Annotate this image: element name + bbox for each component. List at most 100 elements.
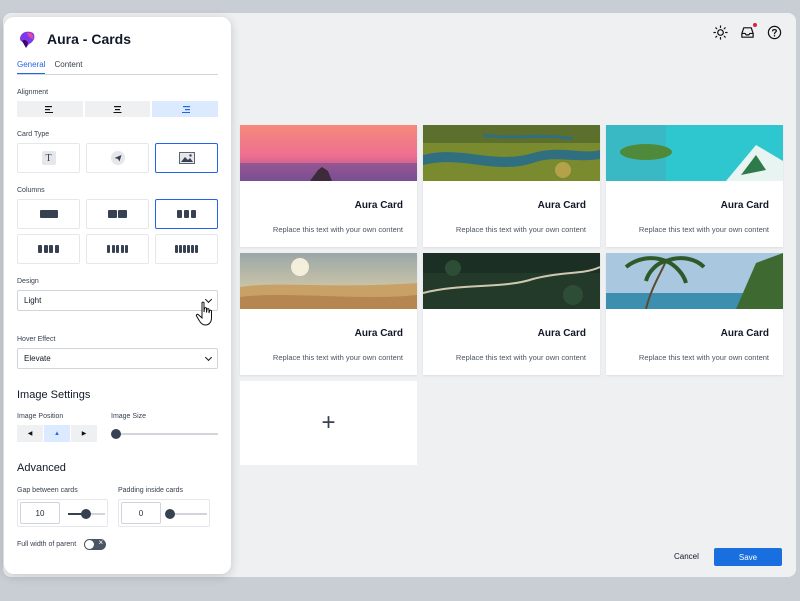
text-type-icon: T — [41, 151, 56, 165]
settings-panel: Aura - Cards General Content Alignment C… — [4, 17, 231, 574]
card-text: Replace this text with your own content — [272, 353, 403, 362]
position-left-button[interactable]: ◀ — [17, 425, 43, 442]
card-title: Aura Card — [720, 200, 769, 211]
columns-3-button[interactable] — [155, 199, 218, 229]
image-size-label: Image Size — [111, 413, 147, 420]
card-text: Replace this text with your own content — [455, 353, 586, 362]
design-select-value: Light — [24, 296, 42, 305]
chevron-down-icon — [204, 353, 213, 361]
four-columns-icon — [38, 245, 59, 253]
padding-label: Padding inside cards — [118, 487, 183, 494]
position-right-button[interactable]: ▶ — [71, 425, 97, 442]
top-toolbar — [713, 23, 782, 40]
three-columns-icon — [176, 210, 197, 218]
gap-input[interactable]: 10 — [20, 502, 60, 524]
card[interactable]: Aura Card Replace this text with your ow… — [423, 125, 600, 247]
columns-group-row1 — [17, 199, 218, 229]
design-select[interactable]: Light — [17, 290, 218, 311]
cards-grid: Aura Card Replace this text with your ow… — [240, 125, 783, 465]
card-image-forest-road — [422, 253, 601, 309]
five-columns-icon — [107, 245, 128, 253]
columns-1-button[interactable] — [17, 199, 80, 229]
card-title: Aura Card — [354, 328, 403, 339]
card-text: Replace this text with your own content — [272, 225, 403, 234]
tab-content[interactable]: Content — [54, 60, 82, 74]
full-width-label: Full width of parent — [17, 541, 77, 548]
full-width-toggle[interactable]: × — [84, 538, 107, 550]
inbox-icon[interactable] — [740, 23, 757, 40]
card[interactable]: Aura Card Replace this text with your ow… — [240, 253, 417, 375]
tab-general[interactable]: General — [17, 60, 46, 74]
columns-label: Columns — [17, 187, 45, 194]
plus-icon: + — [321, 409, 336, 436]
columns-6-button[interactable] — [155, 234, 218, 264]
image-size-slider[interactable] — [111, 425, 218, 442]
toggle-knob — [85, 540, 95, 549]
card-type-image-button[interactable] — [155, 143, 218, 173]
slider-handle[interactable] — [165, 508, 175, 519]
card-title: Aura Card — [354, 200, 403, 211]
gap-slider[interactable] — [64, 505, 105, 522]
save-button[interactable]: Save — [714, 548, 782, 566]
columns-group-row2 — [17, 234, 218, 264]
padding-input[interactable]: 0 — [121, 502, 161, 524]
card-title: Aura Card — [537, 200, 586, 211]
one-column-icon — [39, 210, 58, 218]
align-right-button[interactable] — [152, 101, 219, 117]
hover-effect-select[interactable]: Elevate — [17, 348, 218, 369]
card-image-turquoise-island — [606, 125, 783, 181]
close-icon: × — [98, 538, 104, 547]
sun-icon[interactable] — [713, 25, 728, 40]
card-type-text-button[interactable]: T — [17, 143, 80, 173]
hand-pointer-icon — [195, 301, 217, 327]
card-title: Aura Card — [720, 328, 769, 339]
align-left-icon — [45, 105, 54, 113]
card-image-sunset-sea — [240, 125, 417, 181]
card-type-icon-button[interactable] — [86, 143, 149, 173]
align-right-icon — [181, 105, 190, 113]
card-type-group: T — [17, 143, 218, 173]
image-settings-heading: Image Settings — [17, 389, 91, 401]
design-label: Design — [17, 278, 39, 285]
card[interactable]: Aura Card Replace this text with your ow… — [422, 253, 601, 375]
card-text: Replace this text with your own content — [455, 225, 586, 234]
add-card-button[interactable]: + — [240, 381, 417, 465]
notification-dot — [753, 23, 757, 27]
align-center-icon — [113, 105, 122, 113]
columns-2-button[interactable] — [86, 199, 149, 229]
two-columns-icon — [107, 210, 128, 218]
align-left-button[interactable] — [17, 101, 83, 117]
card[interactable]: Aura Card Replace this text with your ow… — [606, 125, 783, 247]
columns-5-button[interactable] — [86, 234, 149, 264]
card-text: Replace this text with your own content — [638, 225, 769, 234]
card-image-palm-beach — [606, 253, 783, 310]
card[interactable]: Aura Card Replace this text with your ow… — [240, 125, 417, 247]
send-icon — [110, 151, 125, 165]
card[interactable]: Aura Card Replace this text with your ow… — [606, 253, 783, 375]
aura-logo-icon — [17, 29, 37, 49]
slider-handle[interactable] — [81, 508, 91, 519]
alignment-label: Alignment — [17, 89, 49, 96]
panel-title: Aura - Cards — [47, 31, 132, 47]
caret-up-icon: ▲ — [54, 430, 60, 437]
image-position-label: Image Position — [17, 413, 64, 420]
padding-slider[interactable] — [165, 505, 207, 522]
card-image-river-delta — [423, 125, 600, 181]
caret-right-icon: ▶ — [81, 431, 87, 437]
card-type-label: Card Type — [17, 131, 50, 138]
card-title: Aura Card — [537, 328, 586, 339]
image-position-group: ◀ ▲ ▶ — [17, 425, 101, 442]
gap-control: 10 — [17, 499, 108, 527]
six-columns-icon — [175, 245, 198, 253]
advanced-heading: Advanced — [17, 462, 66, 474]
image-icon — [178, 152, 195, 164]
slider-handle[interactable] — [111, 429, 121, 439]
help-icon[interactable] — [767, 25, 782, 40]
card-text: Replace this text with your own content — [638, 353, 769, 362]
columns-4-button[interactable] — [17, 234, 80, 264]
position-top-button[interactable]: ▲ — [44, 425, 70, 442]
cancel-button[interactable]: Cancel — [674, 552, 699, 561]
align-center-button[interactable] — [84, 101, 151, 117]
hover-effect-label: Hover Effect — [17, 336, 56, 343]
caret-left-icon: ◀ — [27, 431, 33, 437]
